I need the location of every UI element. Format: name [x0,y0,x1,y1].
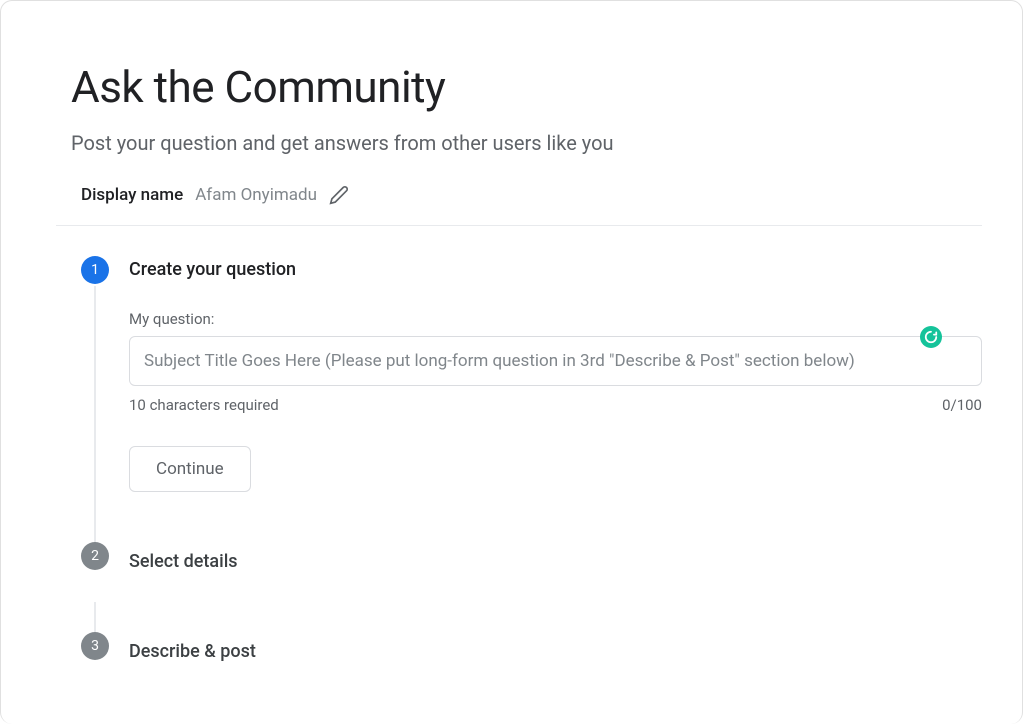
edit-icon[interactable] [329,185,349,205]
display-name-row: Display name Afam Onyimadu [1,185,1022,225]
header-section: Ask the Community Post your question and… [1,1,1022,185]
display-name-value: Afam Onyimadu [195,185,317,205]
step-1-title: Create your question [129,256,982,280]
grammarly-icon[interactable] [920,326,942,348]
step-number-1: 1 [81,256,109,284]
continue-button[interactable]: Continue [129,446,251,492]
step-number-2: 2 [81,542,109,570]
page-container: Ask the Community Post your question and… [0,0,1023,724]
step-3[interactable]: 3 Describe & post [81,632,982,672]
page-subtitle: Post your question and get answers from … [71,131,952,155]
question-input-wrapper [129,336,982,386]
character-counter: 0/100 [942,396,982,414]
question-field-label: My question: [129,310,982,328]
question-input[interactable] [129,336,982,386]
step-2[interactable]: 2 Select details [81,542,982,602]
step-connector-line-2 [81,602,982,632]
step-number-3: 3 [81,632,109,660]
steps-container: 1 Create your question My question: 10 c… [1,226,1022,692]
helper-text: 10 characters required [129,396,279,414]
step-connector-line [94,286,96,550]
input-footer: 10 characters required 0/100 [129,396,982,414]
page-title: Ask the Community [71,61,952,113]
step-3-title: Describe & post [129,638,982,662]
step-1: 1 Create your question My question: 10 c… [81,256,982,542]
display-name-label: Display name [81,185,183,205]
step-2-title: Select details [129,548,982,572]
step-1-content: My question: 10 characters required 0/10… [129,280,982,542]
